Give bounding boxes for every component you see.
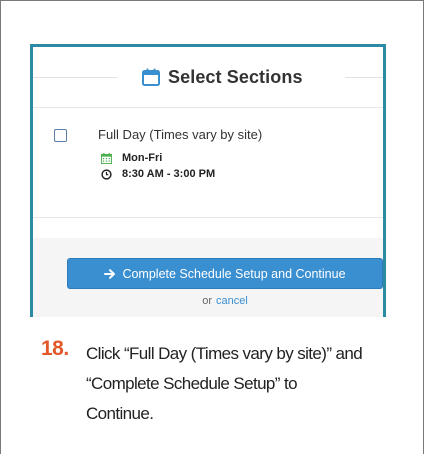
panel-footer: Complete Schedule Setup and Continue or c…: [33, 238, 383, 317]
section-checkbox[interactable]: [54, 129, 67, 142]
divider: [33, 107, 383, 108]
arrow-right-icon: [104, 268, 116, 279]
header-rule-left: [33, 77, 117, 78]
step-number: 18.: [41, 337, 69, 360]
select-sections-panel: Select Sections Full Day (Times vary by …: [30, 44, 386, 317]
panel-header: Select Sections: [33, 47, 383, 107]
section-name[interactable]: Full Day (Times vary by site): [98, 127, 262, 142]
page: Select Sections Full Day (Times vary by …: [0, 0, 424, 454]
clock-icon: [101, 168, 112, 180]
calendar-icon: [142, 68, 160, 86]
or-text: or: [202, 295, 212, 307]
step-text: Click “Full Day (Times vary by site)” an…: [86, 344, 363, 423]
or-cancel-line: or cancel: [33, 295, 417, 307]
section-times: 8:30 AM - 3:00 PM: [122, 168, 216, 180]
section-times-row: 8:30 AM - 3:00 PM: [101, 168, 215, 180]
header-rule-right: [345, 77, 383, 78]
divider: [33, 217, 383, 218]
calendar-icon: [101, 152, 112, 164]
complete-schedule-button[interactable]: Complete Schedule Setup and Continue: [67, 258, 383, 289]
section-days: Mon-Fri: [122, 152, 163, 164]
panel-title: Select Sections: [168, 66, 303, 87]
complete-schedule-label: Complete Schedule Setup and Continue: [122, 266, 346, 281]
title-group: Select Sections: [141, 65, 303, 89]
section-days-row: Mon-Fri: [101, 152, 162, 164]
cancel-link[interactable]: cancel: [216, 295, 248, 307]
